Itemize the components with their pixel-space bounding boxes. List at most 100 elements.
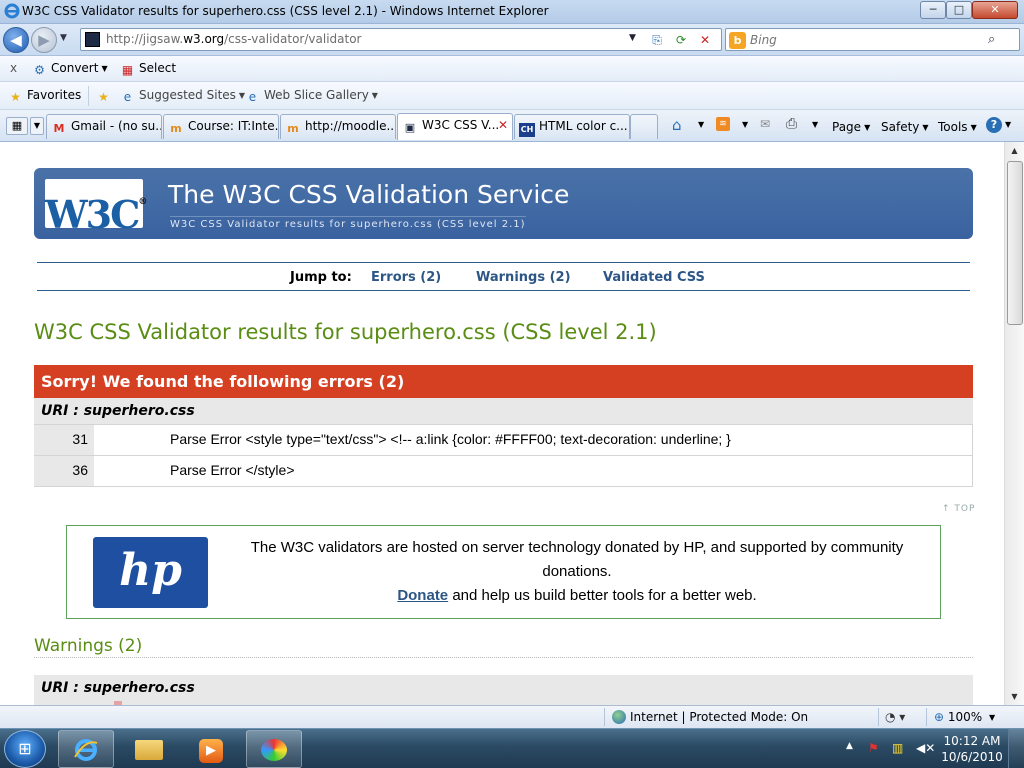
favorites-bar: ★ Favorites ★ e Suggested Sites ▼ e Web Slic…: [0, 82, 1024, 110]
errors-heading: Sorry! We found the following errors (2): [34, 365, 973, 398]
jump-warnings-link[interactable]: Warnings (2): [476, 270, 571, 285]
tab-bar: ▦ ▼ M Gmail - (no su... m Course: IT:Inte.…: [0, 110, 1024, 142]
ie-page-icon: e: [123, 90, 132, 104]
tab-w3c-validator[interactable]: ▣ W3C CSS V... ✕: [397, 113, 513, 140]
tab-course[interactable]: m Course: IT:Inte...: [163, 114, 279, 139]
add-favorites-icon[interactable]: ★: [96, 88, 115, 104]
ie-logo-icon: [4, 3, 20, 19]
errors-uri-label: URI : superhero.css: [34, 398, 973, 424]
convert-icon: ⚙: [34, 63, 45, 77]
jump-errors-link[interactable]: Errors (2): [371, 270, 441, 285]
help-dropdown-icon[interactable]: ▼: [1005, 120, 1011, 129]
scroll-up-arrow-icon[interactable]: ▲: [1005, 142, 1024, 159]
divider: [878, 708, 879, 726]
maximize-button[interactable]: □: [946, 1, 972, 19]
jump-validated-css-link[interactable]: Validated CSS: [603, 270, 705, 285]
results-title: W3C CSS Validator results for superhero.…: [34, 320, 657, 344]
moodle-favicon-icon: m: [170, 122, 182, 135]
search-input[interactable]: [750, 31, 990, 48]
banner-subtitle: W3C CSS Validator results for superhero.…: [170, 216, 526, 230]
tab-list-dropdown-icon[interactable]: ▼: [30, 117, 44, 135]
error-message: Parse Error <style type="text/css"> <!--…: [170, 431, 731, 447]
error-message: Parse Error </style>: [170, 462, 295, 478]
safety-menu[interactable]: Safety ▼: [881, 120, 929, 134]
home-dropdown-icon[interactable]: ▼: [698, 120, 704, 129]
network-icon[interactable]: ▥: [892, 741, 903, 755]
ie-page-icon: e: [248, 90, 257, 104]
home-icon[interactable]: ⌂: [672, 116, 682, 134]
error-row: 31 Parse Error <style type="text/css"> <…: [34, 424, 973, 455]
back-to-top-link[interactable]: ↑ TOP: [942, 504, 975, 514]
banner-title: The W3C CSS Validation Service: [168, 180, 570, 209]
donate-link[interactable]: Donate: [397, 587, 448, 604]
bing-icon: b: [729, 32, 746, 49]
tab-html-color[interactable]: CH HTML color c...: [514, 114, 630, 139]
zoom-icon: ⊕: [934, 710, 945, 724]
zoom-control[interactable]: ⊕ 100% ▼: [934, 710, 995, 724]
quick-tabs-icon[interactable]: ▦: [6, 117, 28, 135]
new-tab-button[interactable]: [630, 114, 658, 139]
navigation-bar: ◀ ▶ ▼ http://jigsaw.w3.org/css-validator…: [0, 24, 1024, 56]
favorites-button[interactable]: ★ Favorites: [8, 88, 81, 104]
web-slice-gallery-button[interactable]: e Web Slice Gallery ▼: [245, 88, 378, 104]
page-menu[interactable]: Page ▼: [832, 120, 870, 134]
action-center-icon[interactable]: ⚑: [868, 741, 879, 755]
scroll-thumb[interactable]: [1007, 161, 1023, 325]
star-icon: ★: [10, 90, 21, 104]
address-url[interactable]: http://jigsaw.w3.org/css-validator/valid…: [106, 32, 361, 46]
start-button[interactable]: ⊞: [4, 730, 46, 768]
tools-menu[interactable]: Tools ▼: [938, 120, 977, 134]
search-box[interactable]: b ⌕: [725, 28, 1020, 51]
feeds-dropdown-icon[interactable]: ▼: [742, 120, 748, 129]
read-mail-icon[interactable]: ✉: [760, 117, 770, 131]
window-title: W3C CSS Validator results for superhero.…: [22, 4, 549, 18]
taskbar: ⊞ ▶ ▲ ⚑ ▥ ◀✕ 10:12 AM 10/6/2010: [0, 728, 1024, 768]
hp-sponsor-box: hp The W3C validators are hosted on serv…: [66, 525, 941, 619]
vertical-scrollbar[interactable]: ▲ ▼: [1004, 142, 1024, 705]
address-dropdown-icon[interactable]: ▼: [629, 33, 636, 43]
search-icon[interactable]: ⌕: [988, 32, 995, 47]
print-icon[interactable]: ⎙: [786, 116, 797, 132]
taskbar-explorer-icon[interactable]: [121, 730, 177, 768]
taskbar-ie-icon[interactable]: [58, 730, 114, 768]
scroll-down-arrow-icon[interactable]: ▼: [1005, 688, 1024, 705]
address-bar[interactable]: http://jigsaw.w3.org/css-validator/valid…: [80, 28, 722, 51]
select-button[interactable]: ▦ Select: [120, 61, 176, 77]
compatibility-view-icon[interactable]: ⎘: [647, 32, 667, 48]
forward-button[interactable]: ▶: [31, 27, 57, 53]
divider: [88, 86, 89, 106]
print-dropdown-icon[interactable]: ▼: [812, 120, 818, 129]
help-icon[interactable]: ?: [986, 117, 1002, 133]
protected-mode-icon[interactable]: ◔ ▾: [885, 710, 905, 724]
close-tab-icon[interactable]: ✕: [498, 114, 508, 136]
feeds-icon[interactable]: ≋: [716, 117, 730, 131]
tab-gmail[interactable]: M Gmail - (no su...: [46, 114, 162, 139]
validator-banner: W3C® The W3C CSS Validation Service W3C …: [34, 168, 973, 239]
clock-date: 10/6/2010: [941, 750, 1003, 764]
w3c-favicon-icon: ▣: [404, 121, 416, 134]
divider: [604, 708, 605, 726]
error-context-cell: [94, 425, 154, 455]
taskbar-media-player-icon[interactable]: ▶: [183, 730, 239, 768]
security-zone[interactable]: Internet | Protected Mode: On: [612, 710, 808, 724]
hp-logo[interactable]: hp: [93, 537, 208, 608]
close-toolbar-button[interactable]: x: [10, 61, 17, 75]
stop-icon[interactable]: ✕: [695, 32, 715, 48]
close-window-button[interactable]: ✕: [972, 1, 1018, 19]
tab-moodle[interactable]: m http://moodle....: [280, 114, 396, 139]
warnings-title: Warnings (2): [34, 636, 973, 658]
jump-to-label: Jump to:: [290, 270, 352, 285]
refresh-icon[interactable]: ⟳: [671, 32, 691, 48]
title-bar: W3C CSS Validator results for superhero.…: [0, 0, 1024, 24]
suggested-sites-button[interactable]: e Suggested Sites ▼: [120, 88, 245, 104]
minimize-button[interactable]: ─: [920, 1, 946, 19]
w3c-logo[interactable]: W3C®: [45, 179, 147, 237]
taskbar-paint-icon[interactable]: [246, 730, 302, 768]
convert-button[interactable]: ⚙ Convert ▼: [32, 61, 108, 77]
show-desktop-button[interactable]: [1008, 729, 1024, 768]
volume-muted-icon[interactable]: ◀✕: [916, 741, 935, 755]
recent-pages-dropdown-icon[interactable]: ▼: [60, 33, 67, 43]
show-hidden-icons-icon[interactable]: ▲: [846, 741, 853, 751]
back-button[interactable]: ◀: [3, 27, 29, 53]
taskbar-clock[interactable]: 10:12 AM 10/6/2010: [938, 733, 1006, 765]
